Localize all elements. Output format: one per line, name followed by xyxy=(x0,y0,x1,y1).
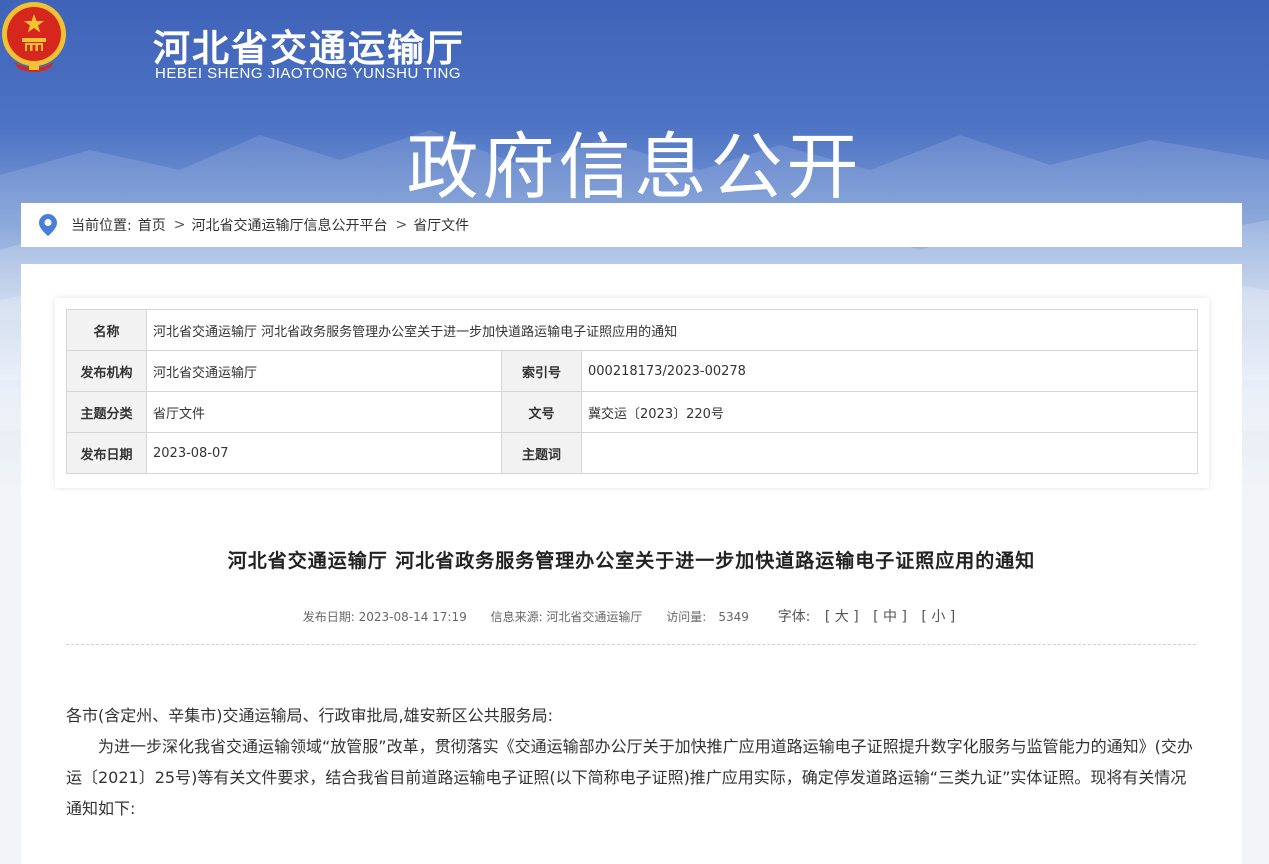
article-body: 各市(含定州、辛集市)交通运输局、行政审批局,雄安新区公共服务局: 为进一步深化… xyxy=(66,700,1201,824)
meta-row-publisher: 发布机构 河北省交通运输厅 索引号 000218173/2023-00278 xyxy=(66,350,1198,392)
breadcrumb-item-platform[interactable]: 河北省交通运输厅信息公开平台 xyxy=(191,215,387,235)
font-size-switcher: 字体: [ 大 ] [ 中 ] [ 小 ] xyxy=(773,609,961,625)
location-pin-icon xyxy=(39,214,57,236)
font-large-button[interactable]: [ 大 ] xyxy=(825,609,859,625)
article-info-bar: 发布日期: 2023-08-14 17:19 信息来源: 河北省交通运输厅 访问… xyxy=(21,606,1242,626)
breadcrumb-separator: > xyxy=(395,217,408,233)
font-size-label: 字体: xyxy=(777,609,811,625)
meta-row-date: 发布日期 2023-08-07 主题词 xyxy=(66,432,1198,474)
breadcrumb: 当前位置: 首页 > 河北省交通运输厅信息公开平台 > 省厅文件 xyxy=(21,203,1242,247)
site-name-cn[interactable]: 河北省交通运输厅 xyxy=(153,18,465,72)
view-count-value: 5349 xyxy=(718,610,749,624)
site-name-en: HEBEI SHENG JIAOTONG YUNSHU TING xyxy=(155,65,462,82)
document-meta-box: 名称 河北省交通运输厅 河北省政务服务管理办公室关于进一步加快道路运输电子证照应… xyxy=(55,298,1209,488)
breadcrumb-item-current[interactable]: 省厅文件 xyxy=(413,215,469,235)
meta-value-category: 省厅文件 xyxy=(146,391,502,433)
meta-value-index: 000218173/2023-00278 xyxy=(581,350,1198,392)
font-small-button[interactable]: [ 小 ] xyxy=(921,609,955,625)
meta-value-date: 2023-08-07 xyxy=(146,432,502,474)
breadcrumb-prefix: 当前位置: xyxy=(71,218,132,234)
document-meta-table: 名称 河北省交通运输厅 河北省政务服务管理办公室关于进一步加快道路运输电子证照应… xyxy=(66,309,1198,474)
banner-title: 政府信息公开 xyxy=(406,125,863,209)
meta-label-docno: 文号 xyxy=(501,391,582,433)
main-content: 名称 河北省交通运输厅 河北省政务服务管理办公室关于进一步加快道路运输电子证照应… xyxy=(21,264,1242,864)
meta-label-name: 名称 xyxy=(66,309,147,351)
article-title: 河北省交通运输厅 河北省政务服务管理办公室关于进一步加快道路运输电子证照应用的通… xyxy=(227,550,1036,572)
meta-label-publisher: 发布机构 xyxy=(66,350,147,392)
meta-label-index: 索引号 xyxy=(501,350,582,392)
body-paragraph: 为进一步深化我省交通运输领域“放管服”改革，贯彻落实《交通运输部办公厅关于加快推… xyxy=(66,737,1193,818)
info-source: 信息来源: 河北省交通运输厅 xyxy=(490,610,643,624)
breadcrumb-separator: > xyxy=(173,217,186,233)
meta-row-name: 名称 河北省交通运输厅 河北省政务服务管理办公室关于进一步加快道路运输电子证照应… xyxy=(66,309,1198,351)
meta-label-category: 主题分类 xyxy=(66,391,147,433)
meta-value-publisher: 河北省交通运输厅 xyxy=(146,350,502,392)
view-count: 访问量: 5349 xyxy=(666,610,749,624)
meta-value-keywords xyxy=(581,432,1198,474)
publish-time: 发布日期: 2023-08-14 17:19 xyxy=(302,610,467,624)
font-medium-button[interactable]: [ 中 ] xyxy=(873,609,907,625)
body-paragraph-salutation: 各市(含定州、辛集市)交通运输局、行政审批局,雄安新区公共服务局: xyxy=(66,706,553,725)
view-count-label: 访问量: xyxy=(666,610,707,624)
meta-value-docno: 冀交运〔2023〕220号 xyxy=(581,391,1198,433)
dashed-divider xyxy=(66,644,1196,645)
meta-label-date: 发布日期 xyxy=(66,432,147,474)
meta-row-category: 主题分类 省厅文件 文号 冀交运〔2023〕220号 xyxy=(66,391,1198,433)
national-emblem-icon xyxy=(2,2,66,72)
meta-label-keywords: 主题词 xyxy=(501,432,582,474)
breadcrumb-item-home[interactable]: 首页 xyxy=(138,215,166,235)
meta-value-name: 河北省交通运输厅 河北省政务服务管理办公室关于进一步加快道路运输电子证照应用的通… xyxy=(146,309,1198,351)
